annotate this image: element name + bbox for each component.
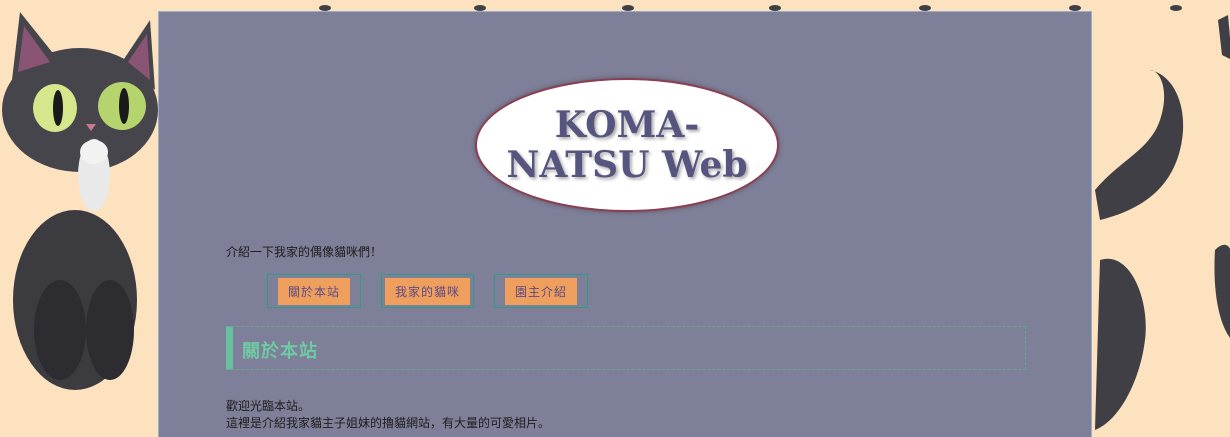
nav-owner-intro-button[interactable]: 園主介紹 [494, 274, 588, 308]
logo-line-1: KOMA- [554, 104, 700, 146]
cat-illustration-left [2, 12, 158, 390]
nav-my-cats-button[interactable]: 我家的貓咪 [381, 274, 474, 308]
section-header-about: 關於本站 [226, 326, 1026, 370]
cat-illustration-right [1095, 15, 1230, 430]
body-line-2: 這裡是介紹我家貓主子姐妹的擼貓網站，有大量的可愛相片。 [226, 416, 551, 430]
section-body: 歡迎光臨本站。 這裡是介紹我家貓主子姐妹的擼貓網站，有大量的可愛相片。 [226, 398, 550, 432]
intro-text: 介紹一下我家的偶像貓咪們！ [226, 245, 383, 259]
nav-about-site-button[interactable]: 關於本站 [267, 274, 361, 308]
logo-text: KOMA- NATSU Web [506, 105, 747, 185]
nav-menu: 關於本站 我家的貓咪 園主介紹 [267, 274, 608, 308]
main-content-panel: KOMA- NATSU Web 介紹一下我家的偶像貓咪們！ 關於本站 我家的貓咪… [158, 11, 1092, 437]
section-title: 關於本站 [242, 341, 318, 362]
body-line-1: 歡迎光臨本站。 [226, 399, 311, 413]
logo-line-2: NATSU Web [506, 144, 748, 186]
site-logo[interactable]: KOMA- NATSU Web [475, 78, 779, 212]
nav-my-cats-label: 我家的貓咪 [384, 277, 470, 305]
nav-owner-intro-label: 園主介紹 [504, 277, 577, 305]
nav-about-site-label: 關於本站 [277, 277, 350, 305]
